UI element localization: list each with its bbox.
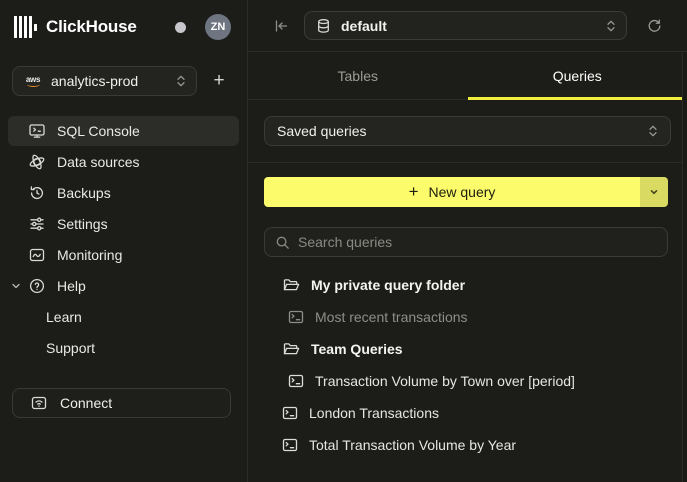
sidebar-item-label: Data sources	[57, 154, 139, 170]
collapse-sidebar-icon[interactable]	[272, 17, 290, 35]
data-sources-icon	[28, 153, 46, 171]
sidebar-item-label: Help	[57, 278, 86, 294]
clickhouse-logo-icon	[14, 15, 37, 39]
topbar: default	[248, 0, 687, 52]
sidebar-item-label: SQL Console	[57, 123, 140, 139]
tab-queries[interactable]: Queries	[468, 52, 687, 99]
chevron-updown-icon	[606, 18, 616, 34]
database-icon	[316, 18, 331, 34]
service-select[interactable]: aws analytics-prod	[12, 66, 197, 96]
scrollbar[interactable]	[682, 53, 687, 482]
sidebar-item-learn[interactable]: Learn	[8, 302, 239, 332]
sidebar-item-backups[interactable]: Backups	[8, 178, 239, 208]
sidebar-item-support[interactable]: Support	[8, 333, 239, 363]
console-icon	[28, 122, 46, 140]
query-folder-label: My private query folder	[311, 277, 465, 293]
sidebar-header: ClickHouse ZN	[0, 0, 247, 54]
tab-tables[interactable]: Tables	[248, 52, 468, 99]
sidebar-subitem-label: Learn	[46, 309, 82, 325]
sidebar-item-data-sources[interactable]: Data sources	[8, 147, 239, 177]
database-select-value: default	[341, 18, 596, 34]
search-box	[264, 227, 668, 257]
chevron-down-icon	[10, 280, 22, 292]
query-row[interactable]: London Transactions	[248, 397, 687, 429]
service-row: aws analytics-prod +	[0, 54, 247, 108]
search-row	[248, 207, 687, 257]
query-folder-label: Team Queries	[311, 341, 403, 357]
query-row[interactable]: Transaction Volume by Town over [period]	[248, 365, 687, 397]
sidebar: ClickHouse ZN aws analytics-prod + SQL C…	[0, 0, 248, 482]
plus-icon: +	[409, 184, 419, 200]
refresh-icon[interactable]	[645, 17, 663, 35]
monitoring-icon	[28, 246, 46, 264]
new-query-split-button: + New query	[264, 177, 668, 207]
search-icon	[275, 235, 290, 250]
new-query-menu-button[interactable]	[640, 177, 668, 207]
sidebar-item-monitoring[interactable]: Monitoring	[8, 240, 239, 270]
query-row[interactable]: Most recent transactions	[248, 301, 687, 333]
connect-button[interactable]: Connect	[12, 388, 231, 418]
chevron-updown-icon	[648, 123, 658, 139]
sidebar-item-label: Backups	[57, 185, 111, 201]
sidebar-item-label: Settings	[57, 216, 108, 232]
main-panel: default Tables Queries Saved queries + N…	[248, 0, 687, 482]
actions-row: + New query	[248, 163, 687, 207]
database-select[interactable]: default	[304, 11, 627, 40]
app-window: ClickHouse ZN aws analytics-prod + SQL C…	[0, 0, 687, 482]
sidebar-item-sql-console[interactable]: SQL Console	[8, 116, 239, 146]
query-label: London Transactions	[309, 405, 439, 421]
sidebar-item-label: Monitoring	[57, 247, 122, 263]
chevron-updown-icon	[176, 73, 186, 89]
saved-queries-select[interactable]: Saved queries	[264, 116, 671, 146]
status-dot-icon	[175, 22, 186, 33]
new-query-button[interactable]: + New query	[264, 177, 640, 207]
query-folder-row[interactable]: My private query folder	[248, 269, 687, 301]
saved-queries-select-value: Saved queries	[277, 123, 648, 139]
query-terminal-icon	[288, 309, 304, 325]
query-list: My private query folder Most recent tran…	[248, 269, 687, 461]
sidebar-item-help[interactable]: Help	[8, 271, 239, 301]
query-label: Total Transaction Volume by Year	[309, 437, 516, 453]
sidebar-item-settings[interactable]: Settings	[8, 209, 239, 239]
connect-icon	[31, 395, 47, 411]
aws-icon: aws	[24, 76, 42, 87]
new-query-label: New query	[429, 184, 496, 200]
app-title: ClickHouse	[46, 17, 137, 37]
folder-open-icon	[282, 276, 300, 294]
service-select-value: analytics-prod	[51, 73, 167, 89]
backups-icon	[28, 184, 46, 202]
query-label: Transaction Volume by Town over [period]	[315, 373, 575, 389]
connect-row: Connect	[12, 388, 231, 418]
help-icon	[28, 277, 46, 295]
connect-label: Connect	[60, 395, 112, 411]
add-service-button[interactable]: +	[207, 69, 231, 93]
chevron-down-icon	[649, 187, 659, 197]
avatar[interactable]: ZN	[205, 14, 231, 40]
tab-bar: Tables Queries	[248, 52, 687, 100]
query-folder-row[interactable]: Team Queries	[248, 333, 687, 365]
sidebar-nav: SQL Console Data sources Backups Setting…	[0, 108, 247, 363]
folder-open-icon	[282, 340, 300, 358]
sidebar-subitem-label: Support	[46, 340, 95, 356]
query-row[interactable]: Total Transaction Volume by Year	[248, 429, 687, 461]
query-terminal-icon	[282, 437, 298, 453]
saved-queries-row: Saved queries	[248, 100, 687, 163]
query-label: Most recent transactions	[315, 309, 468, 325]
query-terminal-icon	[282, 405, 298, 421]
search-input[interactable]	[298, 234, 657, 250]
query-terminal-icon	[288, 373, 304, 389]
settings-icon	[28, 215, 46, 233]
